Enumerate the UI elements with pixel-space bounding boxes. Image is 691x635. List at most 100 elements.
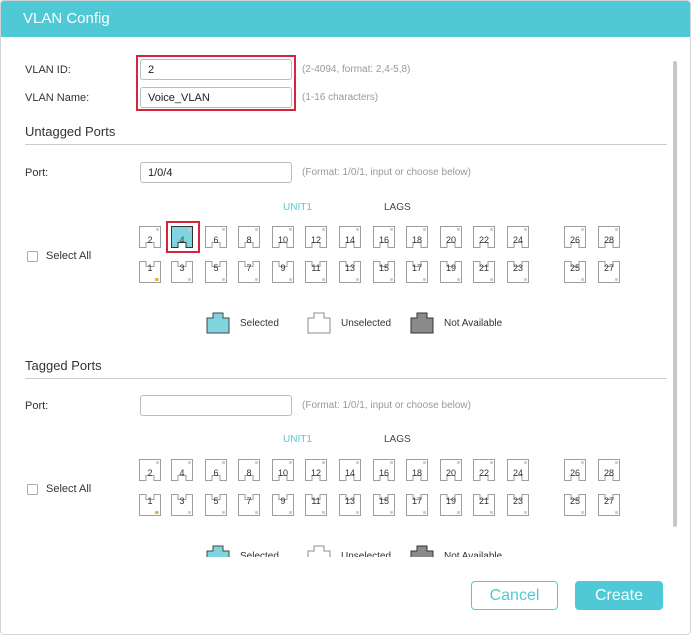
tagged-port-20[interactable]: 20 — [440, 459, 462, 481]
untagged-port-19[interactable]: 19 — [440, 261, 462, 283]
untagged-port-5[interactable]: 5 — [205, 261, 227, 283]
tagged-select-all[interactable]: Select All — [27, 483, 91, 495]
port-led — [615, 278, 618, 281]
untagged-port-6[interactable]: 6 — [205, 226, 227, 248]
port-number: 27 — [603, 496, 614, 506]
untagged-port-18[interactable]: 18 — [406, 226, 428, 248]
untagged-port-25[interactable]: 25 — [564, 261, 586, 283]
port-led — [457, 228, 460, 231]
port-number: 21 — [478, 263, 489, 273]
port-led — [423, 278, 426, 281]
untagged-port-12[interactable]: 12 — [305, 226, 327, 248]
untagged-port-16[interactable]: 16 — [373, 226, 395, 248]
tagged-port-2[interactable]: 2 — [139, 459, 161, 481]
untagged-port-1[interactable]: 1 — [139, 261, 161, 283]
tagged-port-input[interactable] — [140, 395, 292, 416]
untagged-port-13[interactable]: 13 — [339, 261, 361, 283]
untagged-port-28[interactable]: 28 — [598, 226, 620, 248]
port-led — [322, 228, 325, 231]
tagged-port-7[interactable]: 7 — [238, 494, 260, 516]
port-led — [188, 511, 191, 514]
port-number: 1 — [147, 496, 153, 506]
untagged-port-26[interactable]: 26 — [564, 226, 586, 248]
tagged-port-1[interactable]: 1 — [139, 494, 161, 516]
scrollbar-thumb[interactable] — [673, 61, 677, 527]
tagged-port-11[interactable]: 11 — [305, 494, 327, 516]
port-led — [390, 278, 393, 281]
untagged-port-2[interactable]: 2 — [139, 226, 161, 248]
untagged-port-27[interactable]: 27 — [598, 261, 620, 283]
untagged-port-23[interactable]: 23 — [507, 261, 529, 283]
tagged-port-4[interactable]: 4 — [171, 459, 193, 481]
cancel-button[interactable]: Cancel — [471, 581, 558, 610]
tagged-port-21[interactable]: 21 — [473, 494, 495, 516]
port-number: 13 — [344, 263, 355, 273]
tagged-port-26[interactable]: 26 — [564, 459, 586, 481]
port-number: 26 — [569, 235, 580, 245]
port-number: 9 — [280, 496, 286, 506]
untagged-port-8[interactable]: 8 — [238, 226, 260, 248]
untagged-select-all-label: Select All — [46, 250, 92, 262]
tagged-port-12[interactable]: 12 — [305, 459, 327, 481]
untagged-port-9[interactable]: 9 — [272, 261, 294, 283]
port-led — [255, 228, 258, 231]
port-led — [222, 278, 225, 281]
port-status-marker — [155, 511, 158, 514]
untagged-port-11[interactable]: 11 — [305, 261, 327, 283]
port-led — [524, 228, 527, 231]
unavailable-port-icon — [410, 312, 434, 334]
highlight-box-vlan-fields — [136, 55, 296, 111]
tagged-port-hint: (Format: 1/0/1, input or choose below) — [302, 400, 471, 411]
port-led — [423, 228, 426, 231]
untagged-port-14[interactable]: 14 — [339, 226, 361, 248]
tagged-port-19[interactable]: 19 — [440, 494, 462, 516]
untagged-section-divider — [25, 144, 667, 145]
untagged-port-15[interactable]: 15 — [373, 261, 395, 283]
untagged-port-24[interactable]: 24 — [507, 226, 529, 248]
tagged-port-17[interactable]: 17 — [406, 494, 428, 516]
tagged-port-25[interactable]: 25 — [564, 494, 586, 516]
tagged-port-15[interactable]: 15 — [373, 494, 395, 516]
untagged-port-7[interactable]: 7 — [238, 261, 260, 283]
tagged-port-18[interactable]: 18 — [406, 459, 428, 481]
untagged-port-17[interactable]: 17 — [406, 261, 428, 283]
port-number: 9 — [280, 263, 286, 273]
tagged-port-14[interactable]: 14 — [339, 459, 361, 481]
tagged-port-24[interactable]: 24 — [507, 459, 529, 481]
untagged-select-all[interactable]: Select All — [27, 250, 91, 262]
untagged-port-10[interactable]: 10 — [272, 226, 294, 248]
tagged-lags-label: LAGS — [384, 434, 411, 445]
tagged-port-16[interactable]: 16 — [373, 459, 395, 481]
port-status-marker — [155, 278, 158, 281]
create-button[interactable]: Create — [575, 581, 663, 610]
tagged-port-6[interactable]: 6 — [205, 459, 227, 481]
untagged-port-3[interactable]: 3 — [171, 261, 193, 283]
port-led — [524, 461, 527, 464]
port-number: 5 — [213, 263, 219, 273]
untagged-port-20[interactable]: 20 — [440, 226, 462, 248]
port-number: 21 — [478, 496, 489, 506]
untagged-port-21[interactable]: 21 — [473, 261, 495, 283]
port-led — [322, 461, 325, 464]
tagged-port-27[interactable]: 27 — [598, 494, 620, 516]
tagged-port-23[interactable]: 23 — [507, 494, 529, 516]
untagged-port-input[interactable] — [140, 162, 292, 183]
port-number: 18 — [411, 468, 422, 478]
port-led — [524, 511, 527, 514]
tagged-select-all-checkbox[interactable] — [27, 483, 38, 495]
tagged-port-10[interactable]: 10 — [272, 459, 294, 481]
untagged-port-22[interactable]: 22 — [473, 226, 495, 248]
tagged-port-3[interactable]: 3 — [171, 494, 193, 516]
tagged-port-8[interactable]: 8 — [238, 459, 260, 481]
vlan-name-label: VLAN Name: — [25, 92, 90, 104]
untagged-select-all-checkbox[interactable] — [27, 250, 38, 262]
tagged-port-13[interactable]: 13 — [339, 494, 361, 516]
port-led — [356, 511, 359, 514]
port-number: 15 — [378, 263, 389, 273]
tagged-port-22[interactable]: 22 — [473, 459, 495, 481]
tagged-port-5[interactable]: 5 — [205, 494, 227, 516]
tagged-port-9[interactable]: 9 — [272, 494, 294, 516]
tagged-port-28[interactable]: 28 — [598, 459, 620, 481]
port-led — [289, 278, 292, 281]
port-led — [222, 511, 225, 514]
